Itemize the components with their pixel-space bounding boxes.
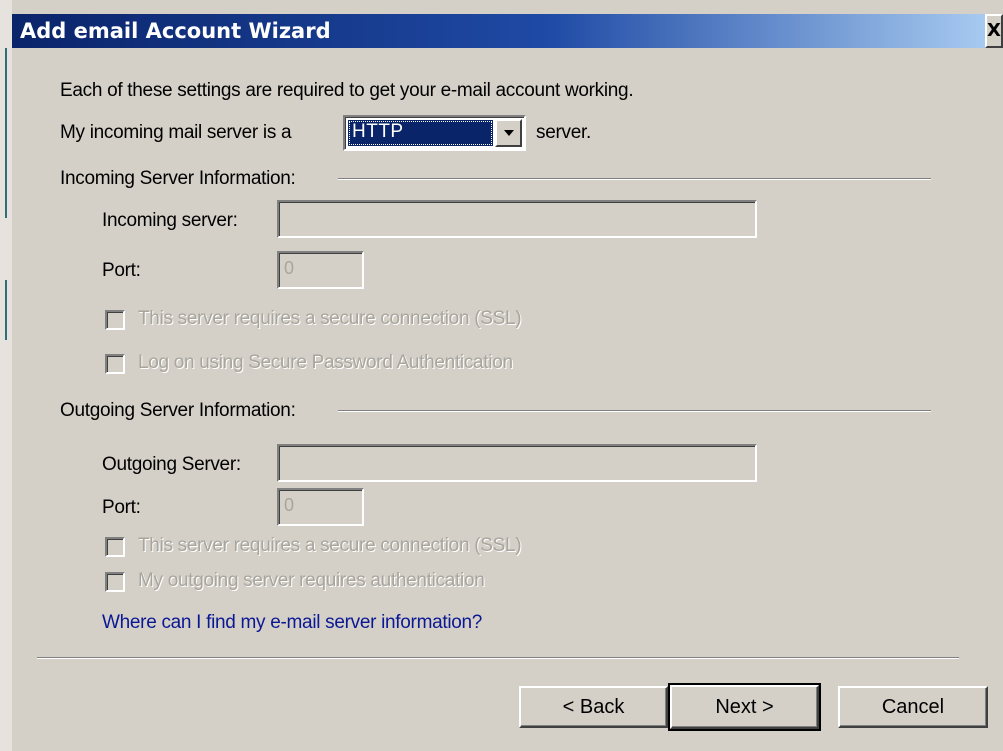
wizard-dialog: Add email Account Wizard X Each of these… — [0, 0, 1003, 751]
close-button[interactable]: X — [985, 14, 1003, 48]
incoming-section-label: Incoming Server Information: — [60, 168, 296, 189]
incoming-port-input[interactable]: 0 — [277, 251, 364, 289]
back-button-label: < Back — [562, 695, 625, 718]
back-button[interactable]: < Back — [519, 686, 668, 728]
incoming-server-input[interactable] — [277, 200, 757, 238]
server-type-select[interactable]: HTTP — [343, 115, 526, 151]
outgoing-ssl-checkbox[interactable] — [105, 537, 125, 557]
incoming-spa-checkbox[interactable] — [105, 354, 125, 374]
next-button-label: Next > — [715, 695, 774, 718]
intro-text: Each of these settings are required to g… — [60, 80, 634, 101]
outgoing-section-divider — [338, 410, 931, 412]
server-type-dropdown-button[interactable] — [495, 119, 522, 147]
background-accent — [5, 280, 7, 340]
background-accent — [5, 48, 7, 218]
outgoing-server-label: Outgoing Server: — [102, 454, 241, 475]
server-type-suffix-label: server. — [536, 122, 591, 143]
server-type-selected-value: HTTP — [348, 120, 493, 146]
outgoing-port-input[interactable]: 0 — [277, 488, 364, 526]
outgoing-server-input[interactable] — [277, 444, 757, 482]
background-window-edge — [0, 0, 12, 751]
title-bar[interactable]: Add email Account Wizard — [12, 14, 985, 48]
outgoing-port-label: Port: — [102, 497, 141, 518]
footer-divider — [37, 657, 959, 659]
incoming-ssl-label: This server requires a secure connection… — [138, 308, 522, 329]
outgoing-ssl-label: This server requires a secure connection… — [138, 535, 522, 556]
chevron-down-icon — [504, 130, 514, 136]
incoming-ssl-checkbox[interactable] — [105, 310, 125, 330]
incoming-server-label: Incoming server: — [102, 210, 238, 231]
incoming-port-label: Port: — [102, 260, 141, 281]
incoming-section-divider — [338, 178, 931, 180]
cancel-button-label: Cancel — [881, 695, 945, 718]
next-button[interactable]: Next > — [668, 683, 821, 731]
cancel-button[interactable]: Cancel — [838, 686, 988, 728]
server-info-help-link[interactable]: Where can I find my e-mail server inform… — [102, 612, 482, 634]
server-type-label: My incoming mail server is a — [60, 122, 292, 143]
incoming-spa-label: Log on using Secure Password Authenticat… — [138, 352, 513, 373]
close-icon: X — [987, 20, 1001, 41]
outgoing-auth-checkbox[interactable] — [105, 572, 125, 592]
outgoing-section-label: Outgoing Server Information: — [60, 400, 296, 421]
outgoing-auth-label: My outgoing server requires authenticati… — [138, 570, 485, 591]
window-title: Add email Account Wizard — [20, 19, 331, 43]
